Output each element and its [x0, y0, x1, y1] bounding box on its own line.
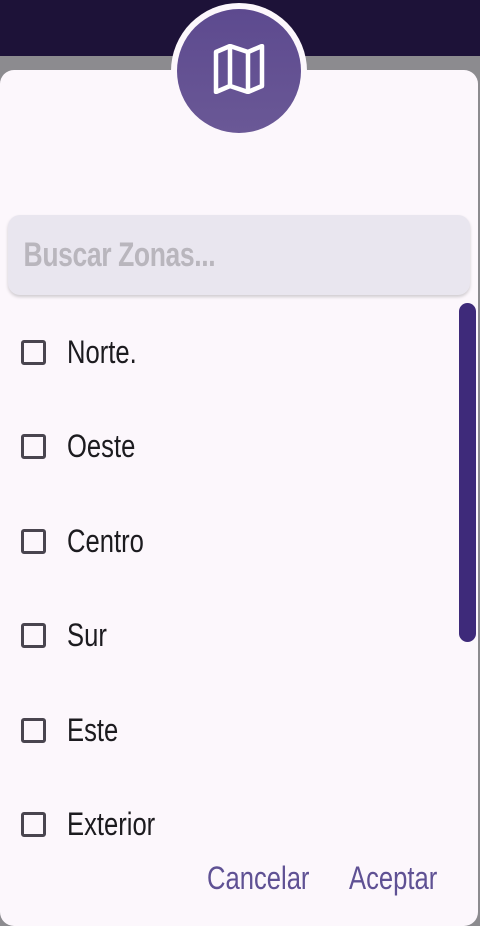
checkbox[interactable] — [21, 339, 46, 365]
scrollbar[interactable] — [459, 303, 476, 642]
search-field[interactable] — [8, 215, 470, 295]
list-item-centro[interactable]: Centro — [0, 494, 456, 589]
accept-button[interactable]: Aceptar — [349, 860, 437, 897]
list-item-label: Oeste — [67, 428, 136, 465]
checkbox[interactable] — [21, 623, 46, 649]
list-item-label: Norte. — [67, 333, 137, 370]
list-item-norte[interactable]: Norte. — [0, 305, 456, 400]
list-item-sur[interactable]: Sur — [0, 589, 456, 684]
list-item-label: Centro — [67, 522, 144, 559]
list-item-oeste[interactable]: Oeste — [0, 400, 456, 495]
checkbox[interactable] — [21, 717, 46, 743]
cancel-button[interactable]: Cancelar — [207, 860, 309, 897]
search-input[interactable] — [22, 234, 361, 276]
checkbox[interactable] — [21, 528, 46, 554]
list-item-este[interactable]: Este — [0, 683, 456, 778]
zone-select-dialog: Norte. Oeste Centro Sur Este Exterior — [0, 70, 478, 926]
checkbox[interactable] — [21, 434, 46, 460]
checkbox[interactable] — [21, 812, 46, 838]
list-item-label: Sur — [67, 617, 107, 654]
map-icon — [212, 43, 266, 99]
zone-list: Norte. Oeste Centro Sur Este Exterior — [0, 305, 456, 872]
dialog-header-avatar — [171, 3, 307, 139]
list-item-label: Este — [67, 711, 119, 748]
list-item-label: Exterior — [67, 806, 156, 843]
